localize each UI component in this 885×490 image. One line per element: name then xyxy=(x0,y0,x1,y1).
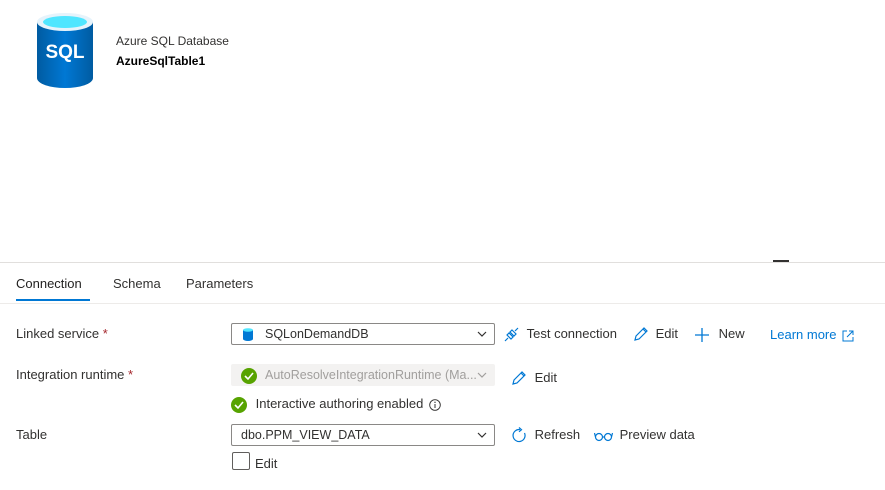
success-check-icon xyxy=(231,396,247,413)
dataset-name: AzureSqlTable1 xyxy=(116,54,206,68)
linked-service-label: Linked service * xyxy=(16,326,108,341)
table-edit-checkbox-label: Edit xyxy=(255,456,278,471)
integration-runtime-select[interactable]: AutoResolveIntegrationRuntime (Ma... xyxy=(231,364,495,386)
table-label: Table xyxy=(16,427,48,442)
tab-schema[interactable]: Schema xyxy=(113,276,161,291)
dataset-type: Azure SQL Database xyxy=(116,34,229,48)
preview-data-button[interactable]: Preview data xyxy=(593,427,695,443)
test-connection-button[interactable]: Test connection xyxy=(503,326,617,343)
active-tab-indicator xyxy=(16,299,90,301)
info-icon[interactable] xyxy=(429,398,441,411)
chevron-down-icon xyxy=(477,432,487,438)
tab-connection[interactable]: Connection xyxy=(16,276,82,291)
external-link-icon xyxy=(842,330,854,342)
chevron-down-icon xyxy=(477,372,487,378)
learn-more-link[interactable]: Learn more xyxy=(770,327,854,342)
linked-service-edit-button[interactable]: Edit xyxy=(632,326,678,343)
glasses-icon xyxy=(593,432,614,441)
plus-icon xyxy=(695,327,709,342)
table-edit-checkbox[interactable] xyxy=(232,452,250,470)
plug-icon xyxy=(504,327,519,342)
refresh-icon xyxy=(512,427,526,443)
pencil-icon xyxy=(634,327,648,341)
refresh-button[interactable]: Refresh xyxy=(511,427,580,444)
interactive-authoring-status: Interactive authoring enabled xyxy=(231,396,441,413)
success-check-icon xyxy=(241,368,257,384)
sql-db-small-icon xyxy=(243,328,253,341)
tab-parameters[interactable]: Parameters xyxy=(186,276,253,291)
integration-runtime-edit-button[interactable]: Edit xyxy=(510,370,557,387)
sql-icon-text: SQL xyxy=(45,42,84,63)
sql-database-icon: SQL xyxy=(37,13,93,88)
tab-bar: Connection Schema Parameters xyxy=(0,263,885,304)
chevron-down-icon xyxy=(477,331,487,337)
integration-runtime-label: Integration runtime * xyxy=(16,367,134,382)
linked-service-new-button[interactable]: New xyxy=(694,326,745,343)
pencil-icon xyxy=(512,371,526,385)
linked-service-select[interactable]: SQLonDemandDB xyxy=(231,323,495,345)
table-select[interactable]: dbo.PPM_VIEW_DATA xyxy=(231,424,495,446)
